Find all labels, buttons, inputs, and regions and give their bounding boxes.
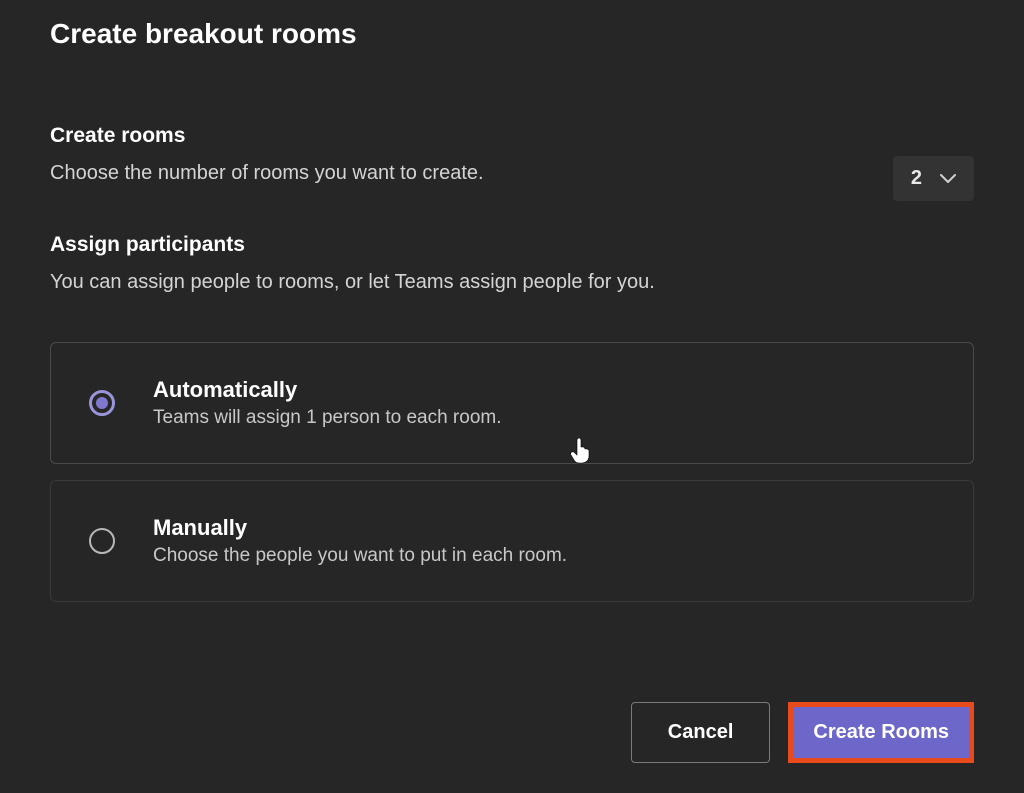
create-rooms-text: Create rooms Choose the number of rooms … [50,124,893,233]
create-button-highlight: Create Rooms [788,702,974,763]
dialog-button-row: Cancel Create Rooms [631,702,974,763]
radio-automatically-subtitle: Teams will assign 1 person to each room. [153,407,502,429]
room-count-value: 2 [911,167,922,190]
assign-participants-heading: Assign participants [50,233,974,257]
radio-option-manually[interactable]: Manually Choose the people you want to p… [50,480,974,602]
radio-manually-subtitle: Choose the people you want to put in eac… [153,545,567,567]
room-count-selector[interactable]: 2 [893,156,974,201]
dialog-title: Create breakout rooms [50,18,974,50]
create-rooms-section: Create rooms Choose the number of rooms … [50,124,974,233]
radio-unselected-icon [89,528,115,554]
chevron-down-icon [940,174,956,184]
radio-selected-icon [89,390,115,416]
assign-participants-section: Assign participants You can assign peopl… [50,233,974,602]
radio-automatically-title: Automatically [153,377,502,403]
create-rooms-heading: Create rooms [50,124,893,148]
assign-participants-description: You can assign people to rooms, or let T… [50,271,974,294]
radio-manually-text: Manually Choose the people you want to p… [153,515,567,567]
radio-automatically-text: Automatically Teams will assign 1 person… [153,377,502,429]
radio-option-automatically[interactable]: Automatically Teams will assign 1 person… [50,342,974,464]
create-rooms-description: Choose the number of rooms you want to c… [50,162,893,185]
create-rooms-button[interactable]: Create Rooms [793,707,969,758]
cancel-button[interactable]: Cancel [631,702,771,763]
radio-manually-title: Manually [153,515,567,541]
